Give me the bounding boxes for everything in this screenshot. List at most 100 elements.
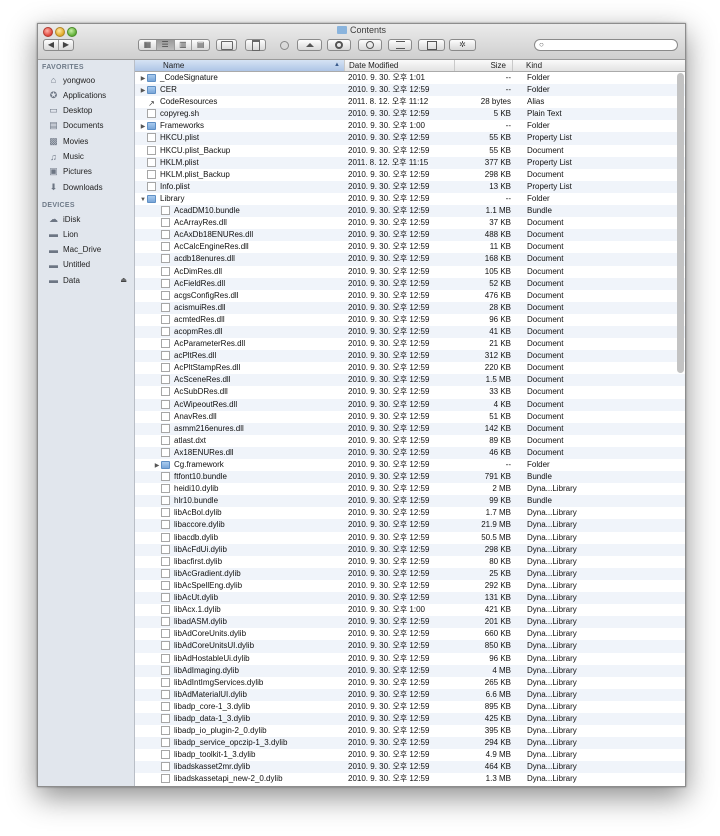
table-row[interactable]: libadskasset2mr.dylib 2010. 9. 30. 오후 12:… (135, 761, 685, 774)
table-row[interactable]: AcSceneRes.dll 2010. 9. 30. 오후 12:59 1.5 M… (135, 374, 685, 387)
delete-button[interactable] (245, 39, 266, 51)
table-row[interactable]: hlr10.bundle 2010. 9. 30. 오후 12:59 99 KB Bu… (135, 495, 685, 508)
table-row[interactable]: AcSubDRes.dll 2010. 9. 30. 오후 12:59 33 KB D… (135, 386, 685, 398)
table-row[interactable]: libAcFdUi.dylib 2010. 9. 30. 오후 12:59 298 … (135, 543, 685, 556)
table-row[interactable]: atlast.dxt 2010. 9. 30. 오후 12:59 89 KB Docu… (135, 435, 685, 447)
sidebar-item[interactable]: ▬ Data ⏏ (48, 273, 132, 287)
vertical-scrollbar[interactable] (677, 73, 684, 373)
table-row[interactable]: libAcBol.dylib 2010. 9. 30. 오후 12:59 1.7 M… (135, 507, 685, 519)
search-field[interactable]: ○ (534, 39, 678, 51)
table-row[interactable]: HKCU.plist_Backup 2010. 9. 30. 오후 12:59 55… (135, 145, 685, 157)
table-row[interactable]: libAdHostableUi.dylib 2010. 9. 30. 오후 12:… (135, 653, 685, 665)
sidebar-item[interactable]: ⌂ yongwoo (48, 73, 132, 87)
sidebar-item[interactable]: ✪ Applications (48, 88, 132, 102)
forward-button[interactable]: ▶ (59, 40, 73, 50)
table-row[interactable]: ▶ _CodeSignature 2010. 9. 30. 오후 1:01 -- Fol… (135, 72, 685, 84)
table-row[interactable]: ftfont10.bundle 2010. 9. 30. 오후 12:59 791 … (135, 471, 685, 484)
table-row[interactable]: AcCalcEngineRes.dll 2010. 9. 30. 오후 12:59… (135, 241, 685, 253)
table-row[interactable]: libacdb.dylib 2010. 9. 30. 오후 12:59 50.5 M… (135, 532, 685, 544)
table-row[interactable]: acismuiRes.dll 2010. 9. 30. 오후 12:59 28 KB… (135, 301, 685, 314)
sidebar-item[interactable]: ▬ Untitled (48, 258, 132, 272)
burn-disc-button[interactable] (327, 39, 351, 51)
table-row[interactable]: AcPltStampRes.dll 2010. 9. 30. 오후 12:59 22… (135, 362, 685, 374)
column-header: Name ▲ Date Modified Size Kind (135, 60, 685, 72)
table-row[interactable]: libaccore.dylib 2010. 9. 30. 오후 12:59 21.9… (135, 519, 685, 532)
sidebar-item[interactable]: ▬ Mac_Drive (48, 243, 132, 257)
table-row[interactable]: libAdImaging.dylib 2010. 9. 30. 오후 12:59 4… (135, 664, 685, 677)
table-row[interactable]: acPltRes.dll 2010. 9. 30. 오후 12:59 312 KB D… (135, 350, 685, 363)
name-column-header[interactable]: Name ▲ (135, 60, 345, 71)
table-row[interactable]: acmtedRes.dll 2010. 9. 30. 오후 12:59 96 KB D… (135, 314, 685, 326)
table-row[interactable]: libAcUt.dylib 2010. 9. 30. 오후 12:59 131 KB… (135, 592, 685, 605)
sidebar-item[interactable]: ♫ Music (48, 150, 132, 164)
table-row[interactable]: libadp_core-1_3.dylib 2010. 9. 30. 오후 12:… (135, 701, 685, 713)
list-view-button[interactable]: ☰ (156, 40, 175, 50)
table-row[interactable]: AnavRes.dll 2010. 9. 30. 오후 12:59 51 KB Doc… (135, 411, 685, 423)
table-row[interactable]: libadp_data-1_3.dylib 2010. 9. 30. 오후 12:… (135, 712, 685, 726)
sidebar-item[interactable]: ⬇ Downloads (48, 180, 132, 194)
cover-flow-button[interactable]: ▤ (192, 40, 209, 50)
table-row[interactable]: asmm216enures.dll 2010. 9. 30. 오후 12:59 14… (135, 422, 685, 435)
table-row[interactable]: heidi10.dylib 2010. 9. 30. 오후 12:59 2 MB Dy… (135, 483, 685, 495)
column-view-button[interactable]: ▥ (175, 40, 193, 50)
file-name: heidi10.dylib (174, 484, 219, 494)
table-row[interactable]: AcFieldRes.dll 2010. 9. 30. 오후 12:59 52 KB… (135, 277, 685, 290)
table-row[interactable]: HKLM.plist_Backup 2010. 9. 30. 오후 12:59 29… (135, 169, 685, 181)
table-row[interactable]: ▶ CER 2010. 9. 30. 오후 12:59 -- Folder (135, 84, 685, 97)
table-row[interactable]: Info.plist 2010. 9. 30. 오후 12:59 13 KB Prop… (135, 180, 685, 193)
table-row[interactable]: AcadDM10.bundle 2010. 9. 30. 오후 12:59 1.1 … (135, 205, 685, 218)
name-cell: AcSceneRes.dll (135, 374, 363, 386)
table-row[interactable]: copyreg.sh 2010. 9. 30. 오후 12:59 5 KB Plain… (135, 108, 685, 121)
sidebar-item[interactable]: ▤ Documents (48, 119, 132, 133)
table-row[interactable]: Ax18ENURes.dll 2010. 9. 30. 오후 12:59 46 KB… (135, 446, 685, 459)
table-row[interactable]: AcDimRes.dll 2010. 9. 30. 오후 12:59 105 KB D… (135, 266, 685, 278)
table-row[interactable]: ↗ CodeResources 2011. 8. 12. 오후 11:12 28 by… (135, 96, 685, 108)
table-row[interactable]: ▶ Frameworks 2010. 9. 30. 오후 1:00 -- Folder (135, 120, 685, 132)
table-row[interactable]: ▼ Library 2010. 9. 30. 오후 12:59 -- Folder (135, 193, 685, 205)
table-row[interactable]: libAcGradient.dylib 2010. 9. 30. 오후 12:59… (135, 567, 685, 580)
sidebar-item[interactable]: ▣ Pictures (48, 165, 132, 179)
date-column-header[interactable]: Date Modified (345, 60, 455, 71)
table-row[interactable]: HKCU.plist 2010. 9. 30. 오후 12:59 55 KB Prop… (135, 132, 685, 145)
kind-cell: Property List (527, 157, 572, 167)
eject-icon[interactable]: ⏏ (120, 276, 127, 284)
size-column-header[interactable]: Size (455, 60, 513, 71)
back-button[interactable]: ◀ (44, 40, 59, 50)
sidebar-item[interactable]: ▭ Desktop (48, 104, 132, 118)
action-button[interactable]: ✲ (449, 39, 476, 51)
table-row[interactable]: AcArrayRes.dll 2010. 9. 30. 오후 12:59 37 KB… (135, 217, 685, 229)
table-row[interactable]: libadp_service_opczip-1_3.dylib 2010. 9. … (135, 737, 685, 750)
table-row[interactable]: libAcSpellEng.dylib 2010. 9. 30. 오후 12:59… (135, 580, 685, 592)
quick-look-button[interactable] (418, 39, 445, 51)
table-row[interactable]: AcWipeoutRes.dll 2010. 9. 30. 오후 12:59 4 K… (135, 398, 685, 411)
table-row[interactable]: libadskassetapi_new-2_0.dylib 2010. 9. 30… (135, 773, 685, 785)
table-row[interactable]: libAdCoreUnitsUI.dylib 2010. 9. 30. 오후 12… (135, 640, 685, 653)
table-row[interactable]: HKLM.plist 2011. 8. 12. 오후 11:15 377 KB Pro… (135, 156, 685, 169)
table-row[interactable]: AcAxDb18ENURes.dll 2010. 9. 30. 오후 12:59 4… (135, 229, 685, 242)
table-row[interactable]: acdb18enures.dll 2010. 9. 30. 오후 12:59 168… (135, 253, 685, 266)
table-row[interactable]: libAdMaterialUI.dylib 2010. 9. 30. 오후 12:… (135, 688, 685, 701)
table-row[interactable]: acgsConfigRes.dll 2010. 9. 30. 오후 12:59 47… (135, 290, 685, 302)
table-row[interactable]: libAcx.1.dylib 2010. 9. 30. 오후 1:00 421 KB… (135, 604, 685, 616)
arrange-button[interactable] (388, 39, 412, 51)
burn-button[interactable] (274, 39, 295, 51)
table-row[interactable]: libAdCoreUnits.dylib 2010. 9. 30. 오후 12:5… (135, 628, 685, 640)
table-row[interactable]: ▶ Cg.framework 2010. 9. 30. 오후 12:59 -- Fold… (135, 459, 685, 471)
kind-column-header[interactable]: Kind (513, 60, 685, 71)
new-folder-button[interactable] (216, 39, 237, 51)
sidebar-item[interactable]: ▩ Movies (48, 134, 132, 148)
table-row[interactable]: libadASM.dylib 2010. 9. 30. 오후 12:59 201 K… (135, 616, 685, 629)
table-row[interactable]: libAdIntImgServices.dylib 2010. 9. 30. 오후… (135, 677, 685, 689)
size-cell: 52 KB (489, 278, 511, 288)
table-row[interactable]: AcParameterRes.dll 2010. 9. 30. 오후 12:59 2… (135, 338, 685, 350)
connect-button[interactable] (358, 39, 382, 51)
kind-cell: Document (527, 230, 564, 240)
table-row[interactable]: acopmRes.dll 2010. 9. 30. 오후 12:59 41 KB Do… (135, 325, 685, 339)
table-row[interactable]: libacfirst.dylib 2010. 9. 30. 오후 12:59 80 … (135, 556, 685, 568)
sidebar-item[interactable]: ☁ iDisk (48, 212, 132, 226)
table-row[interactable]: libadp_toolkit-1_3.dylib 2010. 9. 30. 오후 … (135, 749, 685, 761)
sidebar-item[interactable]: ▬ Lion (48, 227, 132, 241)
table-row[interactable]: libadp_io_plugin-2_0.dylib 2010. 9. 30. 오… (135, 725, 685, 737)
eject-button[interactable] (297, 39, 322, 51)
icon-view-button[interactable]: ▦ (139, 40, 157, 50)
